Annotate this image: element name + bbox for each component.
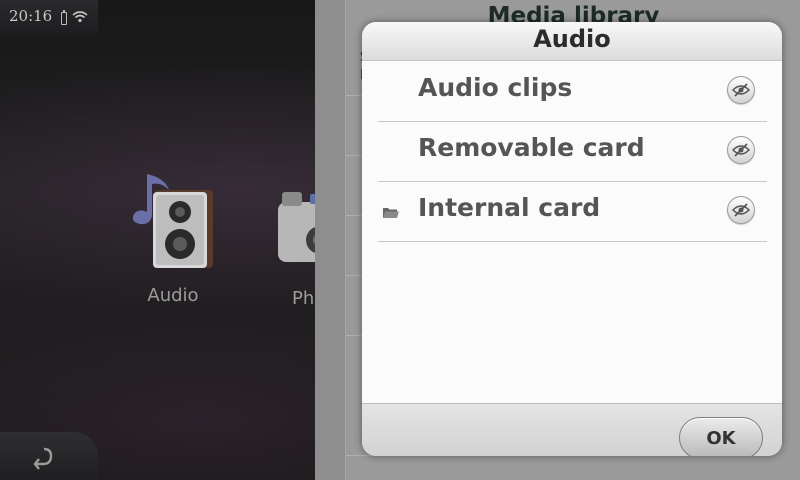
ok-button[interactable]: OK (679, 417, 763, 456)
wifi-icon (72, 9, 88, 23)
folder-icon (383, 204, 399, 218)
battery-icon (61, 10, 67, 25)
eye-hidden-icon (732, 143, 750, 157)
dialog-footer: OK (362, 403, 782, 456)
list-item-label: Removable card (418, 133, 645, 162)
desktop-app-label: Ph (292, 288, 315, 309)
list-item-removable-card[interactable]: Removable card (378, 121, 767, 182)
speaker-icon (132, 174, 213, 268)
back-arrow-icon (33, 447, 53, 470)
desktop-app-audio[interactable]: Audio (118, 168, 228, 306)
dialog-header: Audio (362, 22, 782, 61)
eye-hidden-icon (732, 203, 750, 217)
back-button[interactable] (0, 432, 98, 480)
status-time: 20:16 (9, 7, 53, 25)
list-item-internal-card[interactable]: Internal card (378, 181, 767, 242)
hide-toggle-button[interactable] (727, 76, 755, 104)
dialog-title: Audio (533, 25, 611, 53)
audio-source-list: Audio clips Removable card Internal card (362, 61, 782, 403)
hide-toggle-button[interactable] (727, 136, 755, 164)
eye-hidden-icon (732, 83, 750, 97)
hide-toggle-button[interactable] (727, 196, 755, 224)
list-item-audio-clips[interactable]: Audio clips (378, 61, 767, 122)
list-item-label: Internal card (418, 193, 601, 222)
list-item-label: Audio clips (418, 73, 573, 102)
status-area[interactable]: 20:16 (0, 0, 98, 36)
desktop-app-label: Audio (147, 285, 199, 306)
audio-dialog: Audio Audio clips Removable card Interna… (362, 22, 782, 456)
